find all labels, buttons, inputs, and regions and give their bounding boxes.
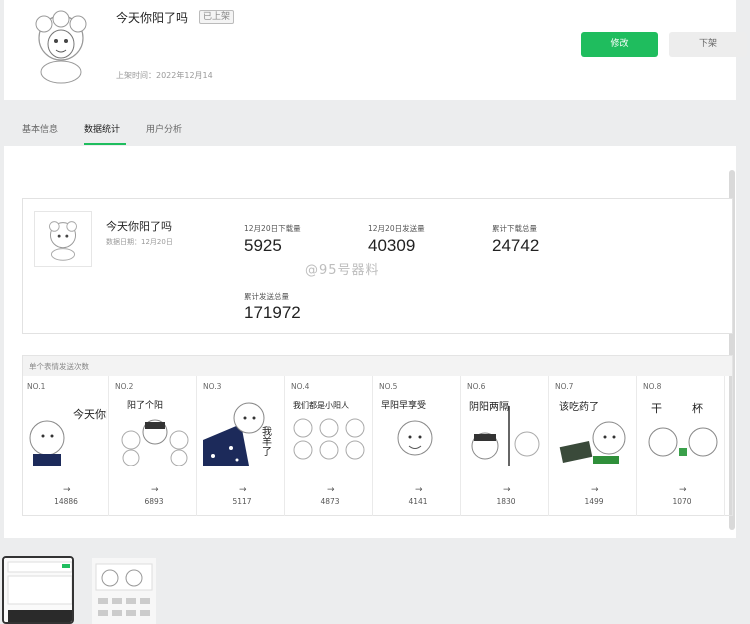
- sticker-send-count: 1499: [584, 497, 604, 506]
- list-time: 上架时间：2022年12月14: [116, 71, 213, 80]
- tab-user-analysis[interactable]: 用户分析: [146, 122, 182, 135]
- sticker-rank: NO.2: [115, 382, 134, 391]
- sticker-rank: NO.6: [467, 382, 486, 391]
- sticker-sheep-icon: 早阳早享受: [381, 399, 433, 456]
- stat-label-total-sends: 累计发送总量: [244, 292, 289, 301]
- stat-value-daily-downloads: 5925: [244, 236, 282, 255]
- sticker-sheep-icon: 我羊了: [203, 402, 272, 466]
- arrow-icon: →: [327, 485, 335, 495]
- sticker-item[interactable]: NO.5 早阳早享受 → 4141: [375, 376, 461, 516]
- sticker-rank: NO.3: [203, 382, 222, 391]
- sticker-send-count: 1070: [672, 497, 692, 506]
- arrow-icon: →: [63, 485, 71, 495]
- stat-label-daily-sends: 12月20日发送量: [368, 224, 425, 233]
- sticker-item[interactable]: NO.6 阴阳两隔 → 1830: [463, 376, 549, 516]
- svg-text:干杯: 干杯: [651, 401, 723, 415]
- sticker-section-title: 单个表情发送次数: [22, 355, 733, 376]
- arrow-icon: →: [151, 485, 159, 495]
- sticker-sheep-icon: 该吃药了: [559, 400, 626, 464]
- sticker-send-count: 6893: [144, 497, 164, 506]
- svg-text:今天你阳了吗？: 今天你阳了吗？: [73, 407, 107, 421]
- arrow-icon: →: [239, 485, 247, 495]
- sticker-send-count: 4873: [320, 497, 340, 506]
- sticker-item[interactable]: NO.4 我们都是小阳人 → 4873: [287, 376, 373, 516]
- screenshot-thumbnail[interactable]: [92, 558, 156, 624]
- sticker-rank: NO.5: [379, 382, 398, 391]
- summary-pack-name: 今天你阳了吗: [106, 220, 172, 233]
- thumbnail-preview-icon: [92, 558, 156, 624]
- svg-text:我们都是小阳人: 我们都是小阳人: [293, 400, 349, 410]
- sheep-avatar-icon: [35, 10, 87, 84]
- sticker-send-count: 14886: [54, 497, 78, 506]
- sticker-rank: NO.1: [27, 382, 46, 391]
- sticker-rank: NO.4: [291, 382, 310, 391]
- sticker-sheep-icon: 干杯: [648, 401, 723, 457]
- pack-title: 今天你阳了吗: [116, 11, 189, 25]
- stat-value-total-sends: 171972: [244, 303, 301, 322]
- arrow-icon: →: [503, 485, 511, 495]
- svg-text:阴阳两隔: 阴阳两隔: [469, 401, 509, 413]
- sticker-item[interactable]: NO.1 今天你阳了吗？ → 14886: [23, 376, 109, 516]
- svg-text:早阳早享受: 早阳早享受: [381, 399, 426, 411]
- sticker-sheep-icon: 阳了个阳: [121, 400, 189, 466]
- edit-button[interactable]: 修改: [581, 32, 658, 57]
- summary-date: 数据日期：12月20日: [106, 238, 173, 246]
- svg-text:该吃药了: 该吃药了: [559, 400, 599, 413]
- screenshot-thumbnail-selected[interactable]: [2, 556, 74, 624]
- sticker-sheep-icon: 阴阳两隔: [469, 401, 540, 466]
- sticker-item[interactable]: NO.7 该吃药了 → 1499: [551, 376, 637, 516]
- stat-label-daily-downloads: 12月20日下载量: [244, 224, 301, 233]
- sticker-send-count: 4141: [408, 497, 428, 506]
- delist-button[interactable]: 下架: [669, 32, 747, 57]
- svg-text:阳了个阳: 阳了个阳: [127, 400, 163, 411]
- sticker-send-count: 1830: [496, 497, 516, 506]
- sticker-send-count: 5117: [232, 497, 252, 506]
- pack-thumbnail-icon: [34, 211, 92, 267]
- active-tab-indicator: [84, 143, 126, 145]
- stat-value-daily-sends: 40309: [368, 236, 416, 255]
- sticker-item[interactable]: NO.3 我羊了 → 5117: [199, 376, 285, 516]
- sticker-item[interactable]: NO.8 干杯 → 1070: [639, 376, 725, 516]
- sticker-sheep-icon: 今天你阳了吗？: [29, 407, 107, 466]
- sticker-sheep-icon: 我们都是小阳人: [293, 400, 365, 460]
- tab-data-stats[interactable]: 数据统计: [84, 122, 120, 135]
- watermark: @95号器料: [305, 263, 380, 278]
- sticker-grid: NO.1 今天你阳了吗？ → 14886 NO.2 阳了个阳 → 6893 NO…: [22, 376, 733, 516]
- arrow-icon: →: [679, 485, 687, 495]
- sticker-item[interactable]: NO.2 阳了个阳 → 6893: [111, 376, 197, 516]
- stat-value-total-downloads: 24742: [492, 236, 540, 255]
- status-badge: 已上架: [199, 10, 235, 24]
- tab-basic-info[interactable]: 基本信息: [22, 122, 58, 135]
- thumbnail-preview-icon: [4, 558, 72, 622]
- stat-label-total-downloads: 累计下载总量: [492, 224, 537, 233]
- arrow-icon: →: [591, 485, 599, 495]
- sticker-rank: NO.7: [555, 382, 574, 391]
- pack-header-card: 今天你阳了吗 已上架 上架时间：2022年12月14 修改 下架: [4, 0, 747, 100]
- svg-text:我羊了: 我羊了: [260, 426, 272, 456]
- arrow-icon: →: [415, 485, 423, 495]
- sticker-rank: NO.8: [643, 382, 662, 391]
